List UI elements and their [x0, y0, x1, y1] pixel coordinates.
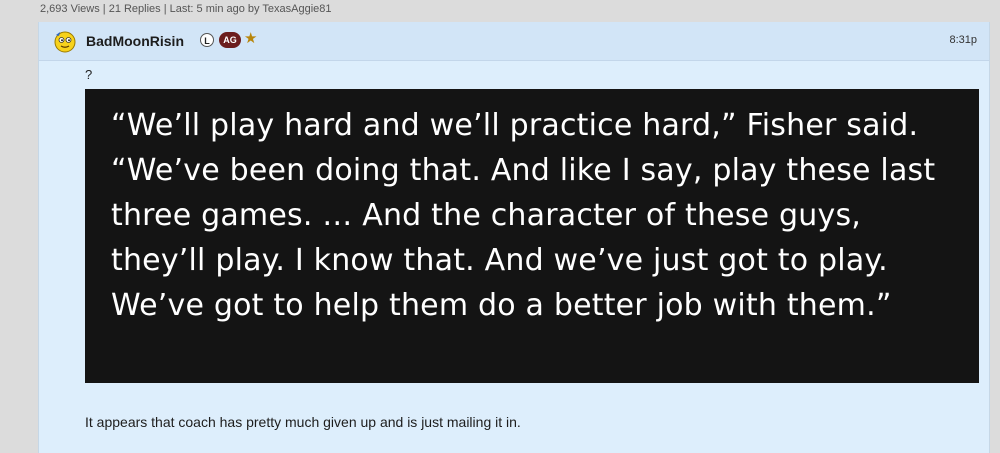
badge-ag: AG	[219, 32, 241, 48]
post-header: BadMoonRisin L AG ★ 8:31p	[39, 22, 989, 61]
badge-l: L	[200, 33, 214, 47]
page: 2,693 Views | 21 Replies | Last: 5 min a…	[0, 0, 1000, 453]
post-time[interactable]: 8:31p	[949, 34, 977, 46]
username[interactable]: BadMoonRisin	[86, 32, 184, 50]
quote-image-text: “We’ll play hard and we’ll practice hard…	[111, 108, 936, 323]
post-body: It appears that coach has pretty much gi…	[85, 414, 521, 430]
avatar[interactable]	[53, 29, 77, 53]
post-question: ?	[85, 67, 93, 82]
star-icon: ★	[244, 30, 258, 47]
thread-meta: 2,693 Views | 21 Replies | Last: 5 min a…	[40, 3, 332, 15]
quote-image[interactable]: “We’ll play hard and we’ll practice hard…	[85, 89, 979, 383]
post: BadMoonRisin L AG ★ 8:31p ? “We’ll play …	[38, 22, 990, 453]
